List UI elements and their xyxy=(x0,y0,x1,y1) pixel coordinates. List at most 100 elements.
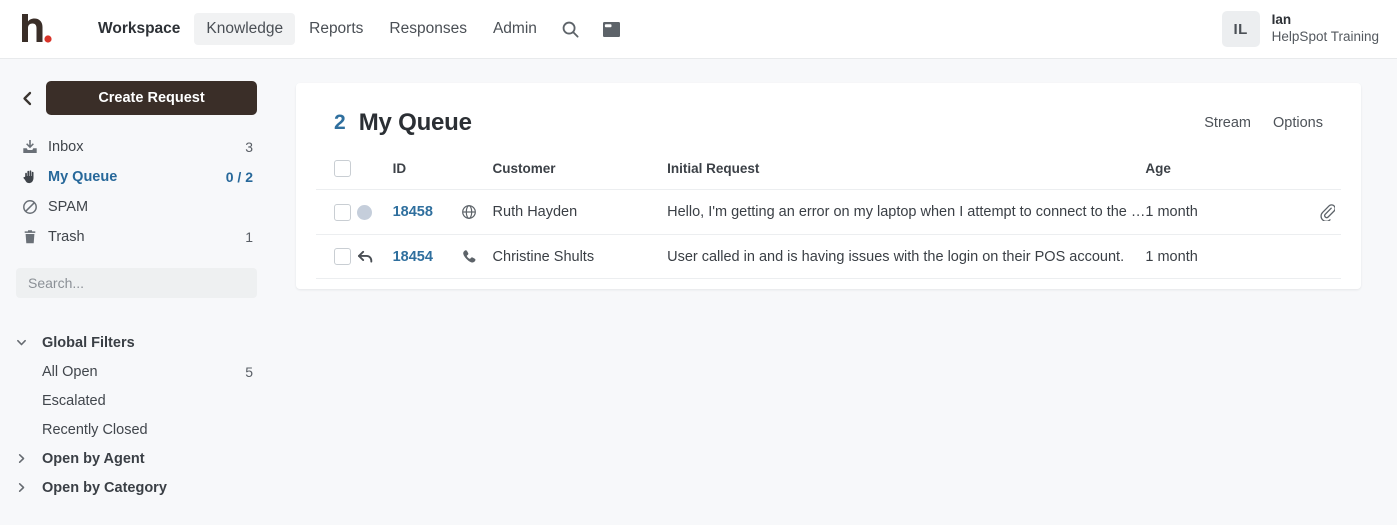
phone-icon xyxy=(461,249,493,265)
filter-item-escalated[interactable]: Escalated xyxy=(16,386,257,415)
nav-item-knowledge[interactable]: Knowledge xyxy=(194,13,295,45)
sidebar-item-count: 0 / 2 xyxy=(226,169,257,185)
filter-group-label: Global Filters xyxy=(42,335,135,351)
top-navigation-bar: Workspace Knowledge Reports Responses Ad… xyxy=(0,0,1397,59)
filter-item-label: Escalated xyxy=(42,393,253,409)
knowledge-book-icon[interactable] xyxy=(592,14,631,45)
select-all-checkbox[interactable] xyxy=(334,160,351,177)
row-attachment-cell xyxy=(1282,190,1341,235)
chevron-right-icon xyxy=(16,453,42,464)
column-header-id[interactable]: ID xyxy=(393,154,461,190)
sidebar-item-label: Trash xyxy=(48,229,245,245)
stream-link[interactable]: Stream xyxy=(1204,115,1251,131)
filter-group-open-by-category[interactable]: Open by Category xyxy=(16,473,257,502)
request-id-link[interactable]: 18454 xyxy=(393,249,433,265)
sidebar-queues: Inbox 3 My Queue 0 / 2 SPAM xyxy=(16,132,257,252)
row-id-cell: 18458 xyxy=(393,190,461,235)
row-channel-cell xyxy=(461,235,493,279)
request-preview: Hello, I'm getting an error on my laptop… xyxy=(667,204,1145,220)
sidebar-item-count: 3 xyxy=(245,139,257,155)
table-row[interactable]: 18458 Ruth Hayden Hello, I'm getting an xyxy=(316,190,1341,235)
filter-group-open-by-agent[interactable]: Open by Agent xyxy=(16,444,257,473)
avatar: IL xyxy=(1222,11,1260,47)
row-customer-cell: Ruth Hayden xyxy=(493,190,668,235)
attachment-header xyxy=(1282,154,1341,190)
row-age-cell: 1 month xyxy=(1145,235,1282,279)
filter-group-label: Open by Category xyxy=(42,480,167,496)
sidebar-top: Create Request xyxy=(16,81,257,115)
chevron-right-icon xyxy=(16,482,42,493)
globe-icon xyxy=(461,204,493,220)
hand-icon xyxy=(22,169,48,185)
filter-item-recently-closed[interactable]: Recently Closed xyxy=(16,415,257,444)
main-content: 2 My Queue Stream Options ID xyxy=(274,59,1397,525)
row-id-cell: 18454 xyxy=(393,235,461,279)
nav-item-responses[interactable]: Responses xyxy=(377,13,479,45)
header-actions: Stream Options xyxy=(1204,115,1323,131)
filter-item-label: All Open xyxy=(42,364,245,380)
row-age-cell: 1 month xyxy=(1145,190,1282,235)
column-header-initial-request[interactable]: Initial Request xyxy=(667,154,1145,190)
row-request-cell: User called in and is having issues with… xyxy=(667,235,1145,279)
search-icon[interactable] xyxy=(551,13,590,46)
sidebar-item-trash[interactable]: Trash 1 xyxy=(16,222,257,252)
channel-header xyxy=(461,154,493,190)
sidebar-item-count: 1 xyxy=(245,229,257,245)
requests-table: ID Customer Initial Request Age xyxy=(316,154,1341,279)
app-logo[interactable] xyxy=(16,9,68,49)
nav-item-reports[interactable]: Reports xyxy=(297,13,375,45)
reply-arrow-icon xyxy=(357,249,392,264)
chevron-down-icon xyxy=(16,337,42,348)
sidebar-item-spam[interactable]: SPAM xyxy=(16,192,257,222)
filter-item-all-open[interactable]: All Open 5 xyxy=(16,357,257,386)
column-header-age[interactable]: Age xyxy=(1145,154,1282,190)
queue-header: 2 My Queue Stream Options xyxy=(316,105,1341,137)
row-customer-cell: Christine Shults xyxy=(493,235,668,279)
queue-count: 2 xyxy=(334,111,346,135)
status-dot-icon xyxy=(357,205,372,220)
filter-item-count: 5 xyxy=(245,364,257,380)
row-checkbox[interactable] xyxy=(334,204,351,221)
sidebar-item-my-queue[interactable]: My Queue 0 / 2 xyxy=(16,162,257,192)
select-all-header xyxy=(316,154,357,190)
chevron-left-icon[interactable] xyxy=(16,91,38,106)
table-header-row: ID Customer Initial Request Age xyxy=(316,154,1341,190)
row-select-cell xyxy=(316,235,357,279)
sidebar-item-label: My Queue xyxy=(48,169,226,185)
nav-item-workspace[interactable]: Workspace xyxy=(86,13,192,45)
main-nav: Workspace Knowledge Reports Responses Ad… xyxy=(86,13,631,46)
paperclip-icon[interactable] xyxy=(1282,203,1341,221)
inbox-icon xyxy=(22,139,48,155)
filter-item-label: Recently Closed xyxy=(42,422,253,438)
row-select-cell xyxy=(316,190,357,235)
page-title: My Queue xyxy=(359,109,472,137)
sidebar-filters: Global Filters All Open 5 Escalated Rece… xyxy=(16,328,257,502)
user-org: HelpSpot Training xyxy=(1272,29,1379,46)
create-request-button[interactable]: Create Request xyxy=(46,81,257,115)
sidebar-item-label: SPAM xyxy=(48,199,253,215)
user-account-area[interactable]: IL Ian HelpSpot Training xyxy=(1222,11,1379,47)
sidebar-search[interactable] xyxy=(16,268,257,298)
sidebar-item-label: Inbox xyxy=(48,139,245,155)
filter-group-label: Open by Agent xyxy=(42,451,145,467)
request-id-link[interactable]: 18458 xyxy=(393,204,433,220)
row-request-cell: Hello, I'm getting an error on my laptop… xyxy=(667,190,1145,235)
user-name: Ian xyxy=(1272,12,1379,29)
nav-item-admin[interactable]: Admin xyxy=(481,13,549,45)
row-status-cell xyxy=(357,190,392,235)
row-status-cell xyxy=(357,235,392,279)
table-row[interactable]: 18454 Christine Shults User called in a xyxy=(316,235,1341,279)
sidebar-item-inbox[interactable]: Inbox 3 xyxy=(16,132,257,162)
sidebar: Create Request Inbox 3 M xyxy=(0,59,274,525)
search-input[interactable] xyxy=(28,275,245,291)
user-info: Ian HelpSpot Training xyxy=(1272,12,1379,46)
row-attachment-cell xyxy=(1282,235,1341,279)
ban-icon xyxy=(22,199,48,215)
column-header-customer[interactable]: Customer xyxy=(493,154,668,190)
request-preview: User called in and is having issues with… xyxy=(667,249,1145,265)
filter-group-global-filters[interactable]: Global Filters xyxy=(16,328,257,357)
status-header xyxy=(357,154,392,190)
row-checkbox[interactable] xyxy=(334,248,351,265)
queue-card: 2 My Queue Stream Options ID xyxy=(296,83,1361,289)
options-link[interactable]: Options xyxy=(1273,115,1323,131)
